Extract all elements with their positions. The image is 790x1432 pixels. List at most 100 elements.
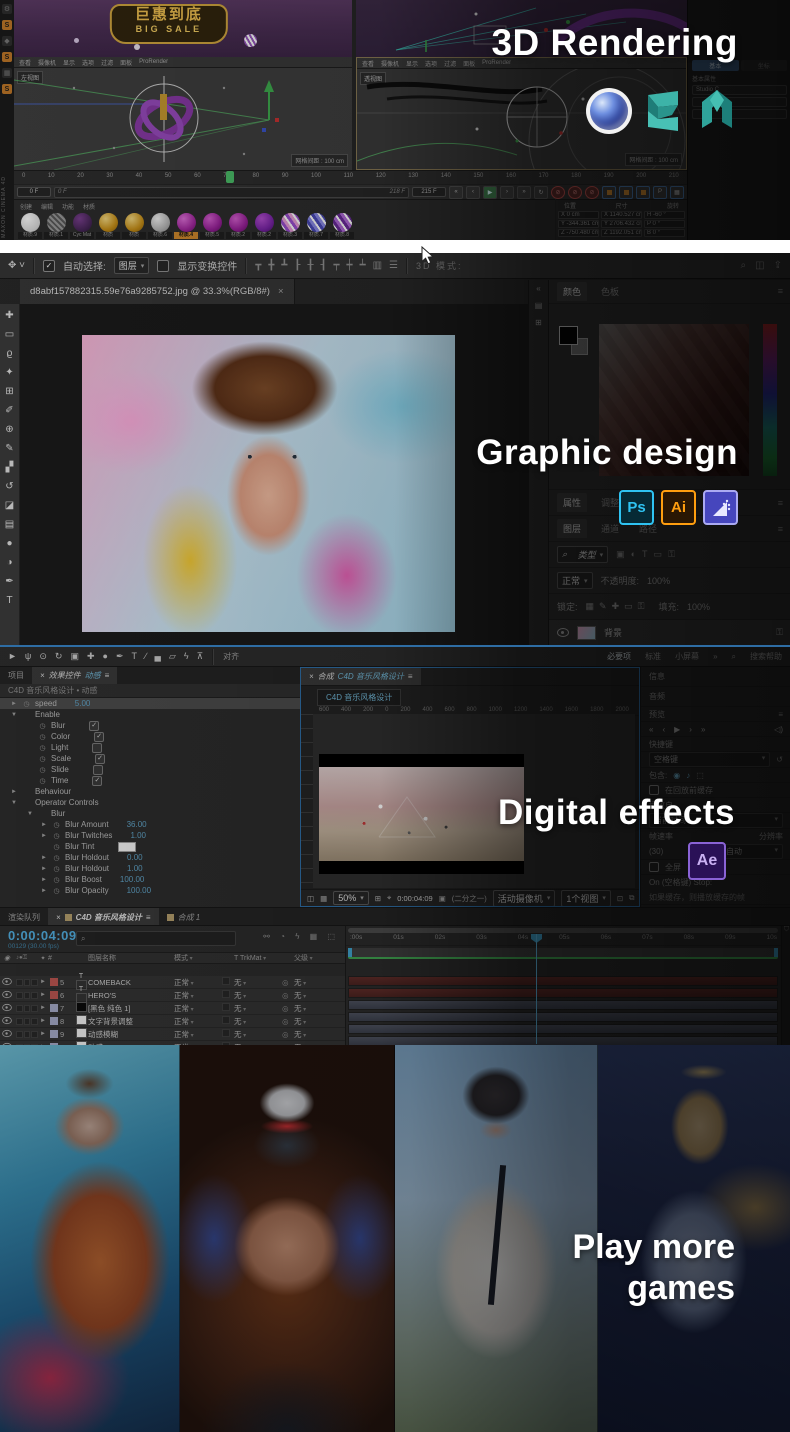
trkmat-dropdown[interactable]: 无 [234,1016,282,1027]
material-swatch[interactable]: Cyc Mat [70,213,94,239]
ps-tool-icon[interactable]: ◪ [5,500,14,511]
coord-field[interactable]: P 0 ° [644,220,685,228]
view-layout-dropdown[interactable]: 1个视图 [561,890,611,907]
layer-name[interactable]: 动感模糊 [88,1029,174,1040]
grid-icon[interactable]: ⊞ [375,894,381,903]
document-tab[interactable]: d8abf157882315.59e76a9285752.jpg @ 33.3%… [20,279,295,304]
timeline-layer-row[interactable]: ► 6 T HERO'S 正常 无 ◎ 无 [0,989,345,1002]
keyframe-button[interactable] [636,186,650,199]
workspace-more[interactable]: » [713,652,717,661]
ae-tool-icon[interactable]: ● [103,651,108,662]
stopwatch-icon[interactable]: ◷ [52,832,61,840]
effect-property-row[interactable]: ◷ Blur ✓ [0,720,300,731]
info-panel-icon[interactable]: ⊞ [535,318,542,327]
layer-duration-bar[interactable] [348,1012,778,1022]
material-ball[interactable] [125,213,144,232]
coord-field[interactable]: H -60 ° [644,211,685,219]
stopwatch-icon[interactable]: ◷ [38,722,47,730]
search-icon[interactable]: ⌕ [732,652,736,662]
material-swatch[interactable]: 材质.1 [44,213,68,239]
timeline-time-ruler[interactable]: :00s01s02s03s04s05s06s07s08s09s10s [346,934,781,946]
effect-property-row[interactable]: ◷ Slide [0,764,300,775]
move-tool-icon[interactable]: ✥ ˅ [8,260,25,271]
framerate-value[interactable]: (30) [649,847,663,856]
parent-dropdown[interactable]: 无 [294,977,342,988]
workspace-icon[interactable]: ◫ [755,260,764,271]
frame-field[interactable]: 0 F [17,187,51,197]
audio-panel-label[interactable]: 音频 [649,691,665,702]
resolution-value[interactable]: (二分之一) [452,893,487,904]
material-ball[interactable] [307,213,326,232]
panel-menu-icon[interactable]: ≡ [778,710,783,719]
expand-arrow-icon[interactable]: ► [40,855,48,861]
property-value[interactable]: 0.00 [127,853,143,862]
material-swatch[interactable]: 材质.8 [330,213,354,239]
show-transform-checkbox[interactable] [157,260,169,272]
stopwatch-icon[interactable]: ◷ [38,777,47,785]
align-icon[interactable]: ┯ [334,260,340,271]
layer-visibility-icon[interactable] [2,1003,12,1010]
preview-panel-label[interactable]: 预览 [649,709,665,720]
timeline-icon[interactable]: ⧉ [629,893,634,903]
align-panel-label[interactable]: 对齐 [223,651,239,662]
collapse-icon[interactable]: « [536,284,540,293]
blend-mode-dropdown[interactable]: 正常 [174,977,222,988]
material-ball[interactable] [151,213,170,232]
effect-property-row[interactable]: ► ◷ Blur Holdout 0.00 [0,852,300,863]
viewport-menu-item[interactable]: 面板 [463,59,475,68]
ae-tool-icon[interactable]: ▄ [155,651,161,662]
ps-tool-icon[interactable]: ▭ [5,329,14,340]
ae-tool-icon[interactable]: ▣ [70,651,79,662]
material-ball[interactable] [255,213,274,232]
info-panel-label[interactable]: 信息 [649,671,665,682]
trkmat-dropdown[interactable]: 无 [234,990,282,1001]
material-icon[interactable]: S [2,20,12,30]
filter-icon[interactable]: ⚿ [668,549,675,560]
property-value[interactable]: ✓ [92,776,102,786]
tab-properties[interactable]: 属性 [557,493,587,512]
material-ball[interactable] [203,213,222,232]
trkmat-dropdown[interactable]: 无 [234,1003,282,1014]
frame-slider[interactable]: 0 F218 F [54,187,409,198]
expand-arrow-icon[interactable]: ▼ [10,712,18,718]
coord-field[interactable]: Z -750.480 cm [558,229,599,237]
layer-name[interactable]: [黑色 纯色 1] [88,1003,174,1014]
expand-arrow-icon[interactable]: ► [40,877,48,883]
layer-color-chip[interactable] [50,1004,58,1012]
pixel-aspect-icon[interactable]: ⊡ [617,894,623,903]
parent-dropdown[interactable]: 无 [294,1029,342,1040]
property-value[interactable]: 100.00 [120,875,144,884]
material-ball[interactable] [47,213,66,232]
ps-tool-icon[interactable]: ▤ [5,519,14,530]
timeline-right-scrollbar[interactable]: ⛉ [781,926,790,1045]
material-swatch[interactable]: 材质.7 [304,213,328,239]
stopwatch-icon[interactable]: ◷ [38,766,47,774]
layer-visibility-icon[interactable] [557,628,569,637]
material-swatch[interactable]: 材质.2 [226,213,250,239]
pickwhip-icon[interactable]: ◎ [282,1030,294,1039]
first-frame-button[interactable]: « [649,725,653,734]
ae-tool-icon[interactable]: ϟ [184,651,189,662]
record-scale-button[interactable]: ⊘ [568,186,582,199]
lock-option-icon[interactable]: ⚿ [638,601,645,612]
c4d-viewport-render[interactable]: 巨惠到底 BIG SALE [14,0,352,57]
effect-property-row[interactable]: ▼ Blur [0,808,300,819]
layer-name[interactable]: 文字背景调整 [88,1016,174,1027]
stopwatch-icon[interactable]: ◷ [22,700,31,708]
opacity-value[interactable]: 100% [647,576,670,586]
ae-tool-icon[interactable]: ψ [25,651,31,662]
panel-menu-icon[interactable]: ≡ [778,524,783,534]
align-icon[interactable]: ╋ [268,260,274,271]
ps-canvas[interactable] [20,304,528,645]
expand-arrow-icon[interactable]: ► [40,833,48,839]
align-icon[interactable]: ┳ [255,260,261,271]
blend-mode-dropdown[interactable]: 正常 [557,572,593,589]
material-icon[interactable]: S [2,84,12,94]
align-icon[interactable]: ┻ [281,260,287,271]
viewport-menu-item[interactable]: 查看 [362,59,374,68]
material-ball[interactable] [281,213,300,232]
property-value[interactable]: 5.00 [75,699,91,708]
column-layer-name[interactable]: 图层名称 [88,953,174,963]
material-swatch[interactable]: 材质 [96,213,120,239]
grid-icon[interactable]: ▦ [2,68,12,78]
